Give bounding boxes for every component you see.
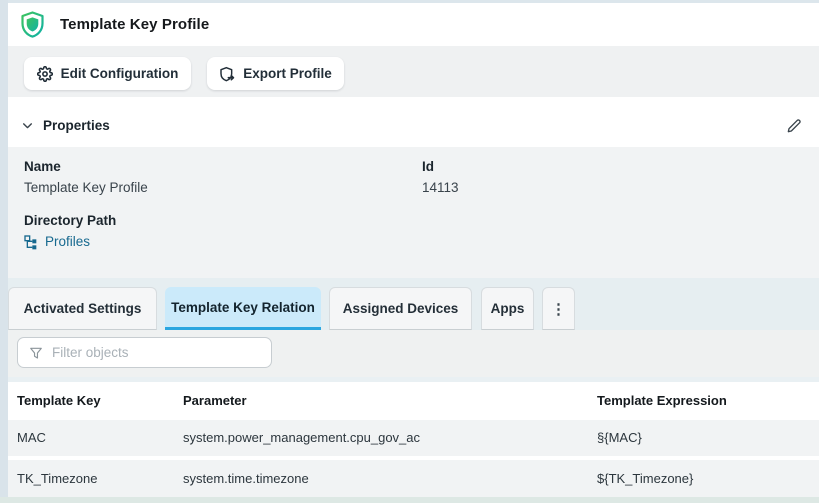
window-header: Template Key Profile <box>8 3 819 46</box>
export-profile-button[interactable]: Export Profile <box>207 57 344 90</box>
tab-bar: Activated Settings Template Key Relation… <box>8 287 575 330</box>
name-label: Name <box>24 157 61 177</box>
cell-template-key: MAC <box>8 420 174 456</box>
more-tabs-button[interactable]: ⋮ <box>542 287 575 330</box>
name-value: Template Key Profile <box>24 178 148 198</box>
table-row[interactable]: MAC system.power_management.cpu_gov_ac §… <box>8 420 819 456</box>
shield-export-icon <box>219 66 235 82</box>
tab-label: Apps <box>491 301 525 316</box>
properties-section-title: Properties <box>43 118 110 133</box>
tab-activated-settings[interactable]: Activated Settings <box>8 287 157 330</box>
directory-path-link-label: Profiles <box>45 232 90 252</box>
template-key-profile-page: Template Key Profile Edit Configuration … <box>0 0 819 503</box>
pencil-icon <box>786 118 802 134</box>
tab-apps[interactable]: Apps <box>481 287 534 330</box>
tab-template-key-relation[interactable]: Template Key Relation <box>165 287 321 330</box>
column-header-template-key: Template Key <box>8 382 174 420</box>
id-label: Id <box>422 157 434 177</box>
page-background-edge <box>0 0 8 503</box>
tab-label: Template Key Relation <box>171 300 315 315</box>
chevron-down-icon <box>21 119 34 132</box>
more-vertical-icon: ⋮ <box>551 300 566 318</box>
action-toolbar: Edit Configuration Export Profile <box>8 46 819 97</box>
table-row[interactable]: TK_Timezone system.time.timezone ${TK_Ti… <box>8 460 819 497</box>
hierarchy-tree-icon <box>23 234 39 250</box>
tab-label: Activated Settings <box>24 301 142 316</box>
tab-assigned-devices[interactable]: Assigned Devices <box>329 287 472 330</box>
table-header-row: Template Key Parameter Template Expressi… <box>8 382 819 420</box>
properties-collapse-toggle[interactable]: Properties <box>21 118 110 133</box>
edit-properties-button[interactable] <box>779 111 809 141</box>
edit-configuration-label: Edit Configuration <box>61 66 179 81</box>
filter-section <box>8 330 819 377</box>
properties-section-header: Properties <box>8 104 819 147</box>
cell-template-expression: §{MAC} <box>588 420 819 456</box>
gear-icon <box>37 66 53 82</box>
directory-path-link[interactable]: Profiles <box>23 232 90 252</box>
shield-logo-icon <box>20 11 45 38</box>
filter-field-container <box>17 337 272 368</box>
next-row-edge <box>0 497 819 503</box>
edit-configuration-button[interactable]: Edit Configuration <box>24 57 191 90</box>
cell-parameter: system.time.timezone <box>174 460 588 497</box>
column-header-parameter: Parameter <box>174 382 588 420</box>
properties-section-body: Name Template Key Profile Id 14113 Direc… <box>8 147 819 278</box>
cell-template-key: TK_Timezone <box>8 460 174 497</box>
funnel-icon <box>29 346 43 360</box>
page-title: Template Key Profile <box>60 16 209 33</box>
export-profile-label: Export Profile <box>243 66 332 81</box>
cell-template-expression: ${TK_Timezone} <box>588 460 819 497</box>
tab-label: Assigned Devices <box>343 301 459 316</box>
cell-parameter: system.power_management.cpu_gov_ac <box>174 420 588 456</box>
column-header-template-expression: Template Expression <box>588 382 819 420</box>
id-value: 14113 <box>422 178 459 198</box>
filter-objects-input[interactable] <box>52 345 252 360</box>
directory-path-label: Directory Path <box>24 211 116 231</box>
